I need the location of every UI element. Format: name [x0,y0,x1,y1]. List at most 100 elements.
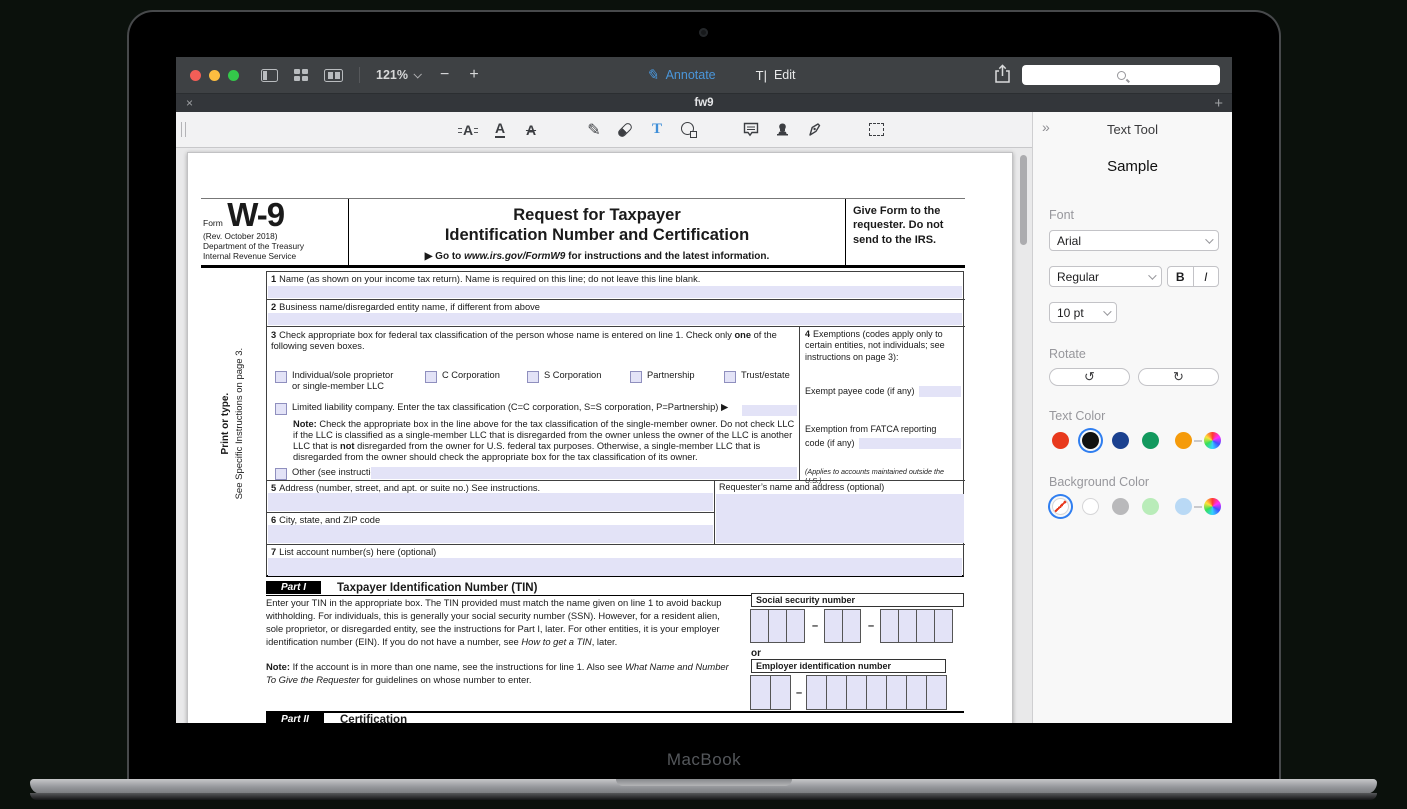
text-tool-icon[interactable]: T [642,112,672,147]
account-numbers-field[interactable] [268,558,962,576]
bg-color-white[interactable] [1082,498,1099,515]
form-grid: 1Name (as shown on your income tax retur… [266,271,964,577]
pencil-icon[interactable]: ✎ [579,112,609,147]
text-color-custom-wheel[interactable] [1204,432,1221,449]
bg-color-gray[interactable] [1112,498,1129,515]
annotate-mode-button[interactable]: ✎ Annotate [646,66,716,84]
checkbox-icon[interactable] [630,371,642,383]
eraser-icon[interactable] [610,112,640,147]
checkbox-s-corporation[interactable]: S Corporation [527,370,601,383]
toolbar-drag-handle[interactable] [181,122,186,137]
field-row-7: 7List account number(s) here (optional) [267,545,963,577]
macbook-brand-label: MacBook [129,750,1279,770]
close-tab-button[interactable]: × [176,96,206,110]
annotate-pen-icon: ✎ [646,66,659,84]
checkbox-partnership[interactable]: Partnership [630,370,695,383]
exempt-payee-field[interactable] [919,386,961,397]
checkbox-llc[interactable]: Limited liability company. Enter the tax… [275,402,799,415]
checkbox-trust-estate[interactable]: Trust/estate [724,370,790,383]
business-name-input-field[interactable] [268,313,962,325]
checkbox-icon[interactable] [275,371,287,383]
text-color-green[interactable] [1142,432,1159,449]
requester-input-field[interactable] [716,494,964,543]
document-area[interactable]: Form W-9 (Rev. October 2018) Department … [176,148,1032,723]
other-input-field[interactable] [371,467,797,479]
give-form-note: Give Form to the requester. Do not send … [846,199,965,265]
shapes-icon[interactable] [674,112,704,147]
form-name: W-9 [227,196,284,233]
toolbar: 121% − + ✎ Annotate T| Edit [176,57,1232,93]
llc-classification-field[interactable] [742,405,797,416]
sidebar-toggle-icon[interactable] [261,69,278,82]
share-icon [994,64,1011,84]
city-state-zip-field[interactable] [268,525,713,543]
font-style-select[interactable]: Regular [1049,266,1162,287]
minimize-window-button[interactable] [209,70,220,81]
chevron-down-icon [1205,235,1213,243]
search-input[interactable] [1022,65,1220,85]
text-color-red[interactable] [1052,432,1069,449]
text-tool-panel: » Text Tool Sample Font Arial Regular B … [1032,112,1232,723]
stamp-icon[interactable] [767,112,797,147]
tab-title[interactable]: fw9 [206,97,1202,109]
requester-column: Requester’s name and address (optional) [714,480,965,544]
bold-italic-group: B I [1167,266,1219,287]
form-title: Request for Taxpayer Identification Numb… [349,206,845,246]
background-color-label: Background Color [1049,475,1149,489]
form-word: Form [203,218,223,228]
strikethrough-icon[interactable]: A [516,112,546,147]
name-input-field[interactable] [268,286,962,298]
text-color-black[interactable] [1082,432,1099,449]
font-size-select[interactable]: 10 pt [1049,302,1117,323]
zoom-control[interactable]: 121% [376,68,420,82]
zoom-in-button[interactable]: + [469,66,478,84]
text-color-orange[interactable] [1175,432,1192,449]
zoom-out-button[interactable]: − [440,66,449,84]
zoom-window-button[interactable] [228,70,239,81]
bg-color-custom-wheel[interactable] [1204,498,1221,515]
chevron-down-icon [1103,307,1111,315]
macbook-base-shadow [30,793,1377,800]
edit-mode-button[interactable]: T| Edit [756,68,796,83]
italic-button[interactable]: I [1194,267,1219,286]
text-color-blue[interactable] [1112,432,1129,449]
fatca-line2: code (if any) [805,438,961,449]
rotate-right-button[interactable]: ↻ [1138,368,1219,386]
underline-icon[interactable]: A [485,112,515,147]
new-tab-button[interactable]: + [1202,95,1232,112]
address-input-field[interactable] [268,493,713,511]
w9-header: Form W-9 (Rev. October 2018) Department … [201,198,965,268]
signature-icon[interactable] [799,112,829,147]
field-row-5: 5Address (number, street, and apt. or su… [267,481,714,512]
highlight-text-icon[interactable]: A [453,112,483,147]
bg-color-light-green[interactable] [1142,498,1159,515]
close-window-button[interactable] [190,70,201,81]
fatca-code-field[interactable] [859,438,961,449]
part2-title: Certification [340,714,407,724]
note-icon[interactable] [736,112,766,147]
swatch-divider [1194,506,1202,508]
select-icon[interactable] [861,112,891,147]
checkbox-c-corporation[interactable]: C Corporation [425,370,500,383]
macbook-lid-notch [616,779,792,786]
pdf-page[interactable]: Form W-9 (Rev. October 2018) Department … [187,152,1013,723]
rotate-left-button[interactable]: ↺ [1049,368,1130,386]
form-goto-line: ▶ Go to www.irs.gov/FormW9 for instructi… [349,251,845,262]
checkbox-icon[interactable] [724,371,736,383]
font-select[interactable]: Arial [1049,230,1219,251]
checkbox-individual[interactable]: Individual/sole proprietor or single-mem… [275,370,403,392]
thumbnails-view-icon[interactable] [294,69,308,81]
checkbox-icon[interactable] [527,371,539,383]
ein-cells[interactable]: – [751,675,947,710]
vertical-scrollbar[interactable] [1020,155,1027,245]
bold-button[interactable]: B [1168,267,1194,286]
two-page-view-icon[interactable] [324,69,343,82]
checkbox-icon[interactable] [275,468,287,480]
rotate-right-icon: ↻ [1173,369,1184,384]
share-button[interactable] [994,64,1011,89]
checkbox-icon[interactable] [275,403,287,415]
bg-color-light-blue[interactable] [1175,498,1192,515]
bg-color-none[interactable] [1052,498,1069,515]
ssn-cells[interactable]: – – [751,609,953,643]
checkbox-icon[interactable] [425,371,437,383]
